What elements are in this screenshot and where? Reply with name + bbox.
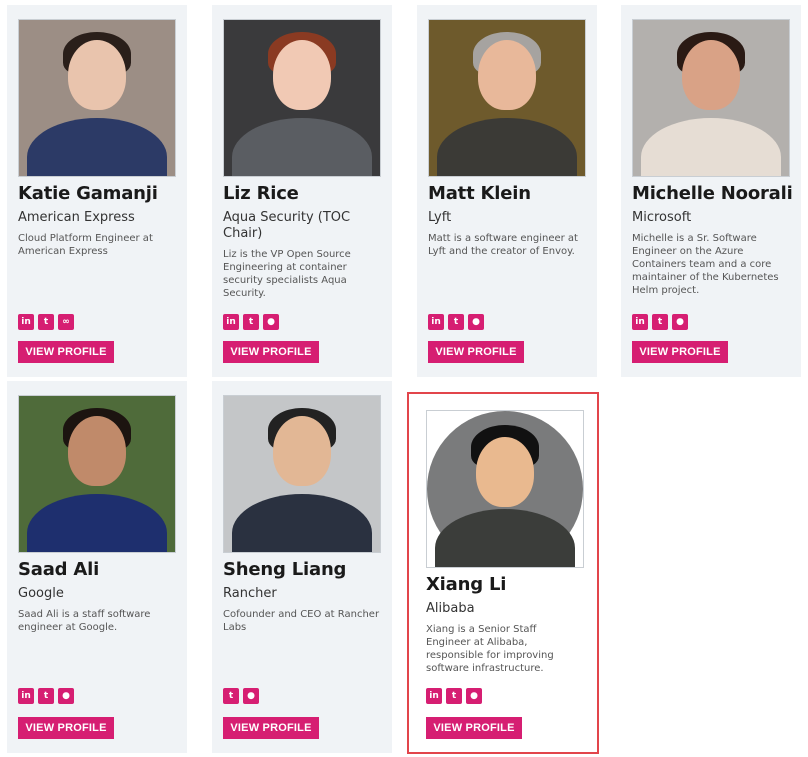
- speaker-card: Sheng Liang Rancher Cofounder and CEO at…: [212, 381, 392, 753]
- twitter-icon[interactable]: t: [446, 688, 462, 704]
- social-links: in t ●: [428, 314, 484, 330]
- linkedin-icon[interactable]: in: [223, 314, 239, 330]
- social-links: in t ●: [632, 314, 688, 330]
- speaker-company: American Express: [18, 210, 135, 225]
- twitter-icon[interactable]: t: [223, 688, 239, 704]
- github-icon[interactable]: ●: [243, 688, 259, 704]
- speaker-bio: Xiang is a Senior Staff Engineer at Alib…: [426, 624, 554, 674]
- linkedin-icon[interactable]: in: [428, 314, 444, 330]
- github-icon[interactable]: ●: [466, 688, 482, 704]
- linkedin-icon[interactable]: in: [18, 314, 34, 330]
- twitter-icon[interactable]: t: [38, 688, 54, 704]
- speaker-company: Lyft: [428, 210, 452, 225]
- link-icon[interactable]: ∞: [58, 314, 74, 330]
- social-links: in t ●: [426, 688, 482, 704]
- github-icon[interactable]: ●: [672, 314, 688, 330]
- view-profile-button[interactable]: VIEW PROFILE: [426, 717, 522, 739]
- social-links: in t ∞: [18, 314, 74, 330]
- speaker-card: Katie Gamanji American Express Cloud Pla…: [7, 5, 187, 377]
- speaker-bio: Michelle is a Sr. Software Engineer on t…: [632, 233, 779, 296]
- speaker-photo[interactable]: [426, 410, 584, 568]
- social-links: in t ●: [223, 314, 279, 330]
- linkedin-icon[interactable]: in: [426, 688, 442, 704]
- speaker-company: Rancher: [223, 586, 277, 601]
- speaker-photo[interactable]: [428, 19, 586, 177]
- view-profile-button[interactable]: VIEW PROFILE: [632, 341, 728, 363]
- speaker-name[interactable]: Michelle Noorali: [632, 183, 793, 204]
- speaker-company: Microsoft: [632, 210, 692, 225]
- speaker-name[interactable]: Saad Ali: [18, 559, 176, 580]
- github-icon[interactable]: ●: [263, 314, 279, 330]
- github-icon[interactable]: ●: [58, 688, 74, 704]
- speaker-name[interactable]: Liz Rice: [223, 183, 381, 204]
- speaker-bio: Cloud Platform Engineer at American Expr…: [18, 233, 153, 257]
- social-links: in t ●: [18, 688, 74, 704]
- speaker-photo[interactable]: [632, 19, 790, 177]
- linkedin-icon[interactable]: in: [632, 314, 648, 330]
- view-profile-button[interactable]: VIEW PROFILE: [18, 341, 114, 363]
- twitter-icon[interactable]: t: [448, 314, 464, 330]
- speaker-card: Saad Ali Google Saad Ali is a staff soft…: [7, 381, 187, 753]
- speaker-card: Michelle Noorali Microsoft Michelle is a…: [621, 5, 801, 377]
- speaker-bio: Liz is the VP Open Source Engineering at…: [223, 249, 351, 299]
- speaker-company: Alibaba: [426, 601, 475, 616]
- speaker-company: Google: [18, 586, 64, 601]
- speaker-company: Aqua Security (TOC Chair): [223, 210, 351, 241]
- github-icon[interactable]: ●: [468, 314, 484, 330]
- speaker-photo[interactable]: [18, 395, 176, 553]
- linkedin-icon[interactable]: in: [18, 688, 34, 704]
- social-links: t ●: [223, 688, 259, 704]
- speaker-bio: Matt is a software engineer at Lyft and …: [428, 233, 578, 257]
- speaker-name[interactable]: Sheng Liang: [223, 559, 381, 580]
- view-profile-button[interactable]: VIEW PROFILE: [223, 717, 319, 739]
- speaker-photo[interactable]: [18, 19, 176, 177]
- twitter-icon[interactable]: t: [38, 314, 54, 330]
- view-profile-button[interactable]: VIEW PROFILE: [18, 717, 114, 739]
- view-profile-button[interactable]: VIEW PROFILE: [428, 341, 524, 363]
- view-profile-button[interactable]: VIEW PROFILE: [223, 341, 319, 363]
- speaker-card-selected: Xiang Li Alibaba Xiang is a Senior Staff…: [407, 392, 599, 754]
- speaker-bio: Saad Ali is a staff software engineer at…: [18, 609, 151, 633]
- speaker-name[interactable]: Katie Gamanji: [18, 183, 176, 204]
- speaker-bio: Cofounder and CEO at Rancher Labs: [223, 609, 380, 633]
- speaker-name[interactable]: Matt Klein: [428, 183, 586, 204]
- speaker-photo[interactable]: [223, 395, 381, 553]
- speaker-card: Liz Rice Aqua Security (TOC Chair) Liz i…: [212, 5, 392, 377]
- twitter-icon[interactable]: t: [243, 314, 259, 330]
- twitter-icon[interactable]: t: [652, 314, 668, 330]
- speaker-photo[interactable]: [223, 19, 381, 177]
- speaker-name[interactable]: Xiang Li: [426, 574, 580, 595]
- speaker-card: Matt Klein Lyft Matt is a software engin…: [417, 5, 597, 377]
